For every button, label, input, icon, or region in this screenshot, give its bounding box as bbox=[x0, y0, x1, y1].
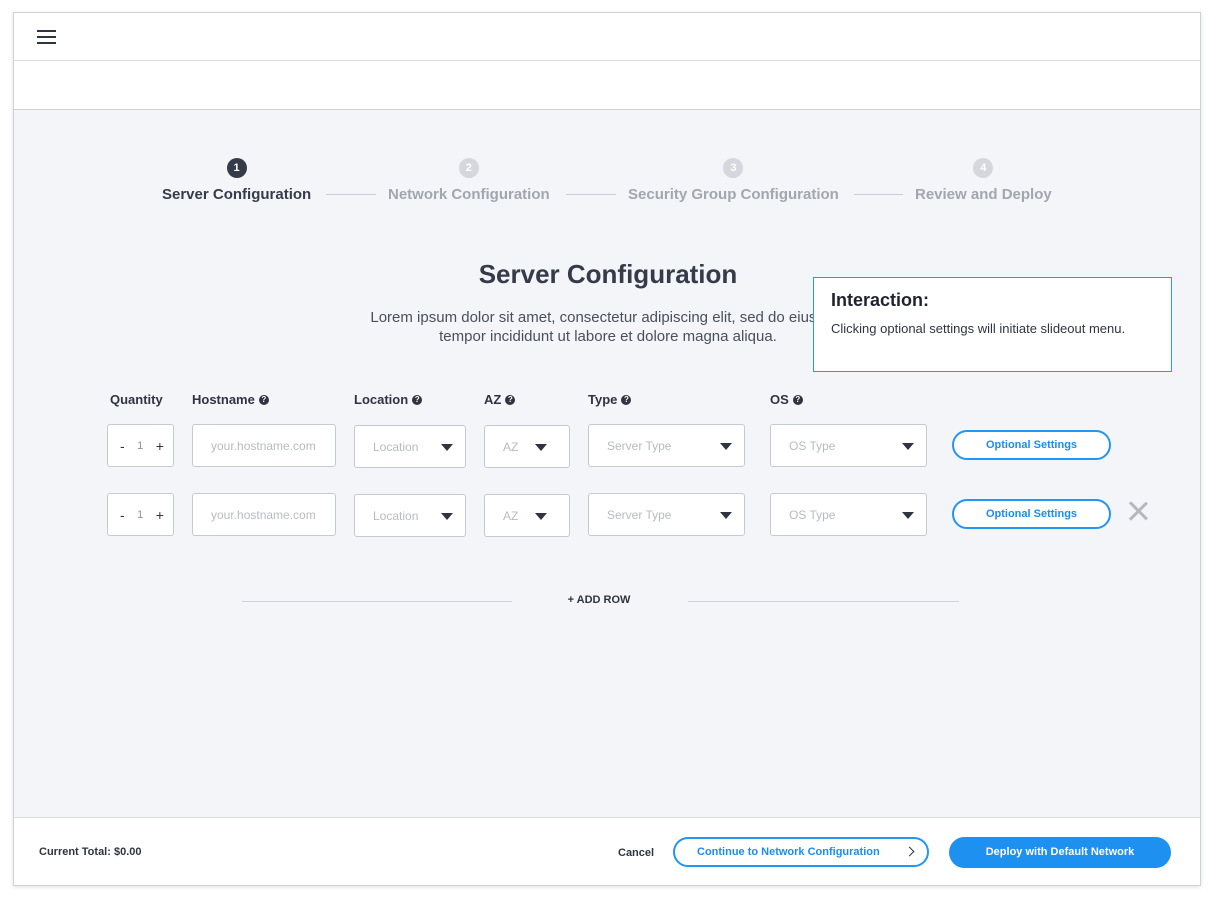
chevron-down-icon bbox=[535, 444, 547, 451]
column-label: Location bbox=[354, 392, 409, 407]
quantity-stepper: - 1 + bbox=[107, 493, 174, 536]
server-type-placeholder: Server Type bbox=[607, 508, 672, 522]
chevron-down-icon bbox=[441, 513, 453, 520]
footer-bar: Current Total: $0.00 Cancel Continue to … bbox=[14, 817, 1200, 885]
column-header-quantity: Quantity bbox=[110, 392, 163, 407]
chevron-down-icon bbox=[535, 513, 547, 520]
help-icon[interactable]: ? bbox=[621, 394, 632, 405]
help-icon[interactable]: ? bbox=[505, 394, 516, 405]
column-header-hostname: Hostname ? bbox=[192, 392, 269, 407]
chevron-down-icon bbox=[720, 443, 732, 450]
location-placeholder: Location bbox=[373, 440, 419, 454]
os-type-select[interactable]: OS Type bbox=[770, 424, 927, 467]
location-select[interactable]: Location bbox=[354, 425, 466, 468]
step-connector bbox=[326, 194, 376, 195]
column-label: Hostname bbox=[192, 392, 255, 407]
location-select[interactable]: Location bbox=[354, 494, 466, 537]
chevron-right-icon bbox=[904, 846, 915, 857]
quantity-stepper: - 1 + bbox=[107, 424, 174, 467]
step-connector bbox=[854, 194, 903, 195]
continue-button-label: Continue to Network Configuration bbox=[697, 846, 880, 858]
server-type-select[interactable]: Server Type bbox=[588, 493, 745, 536]
az-placeholder: AZ bbox=[503, 509, 519, 523]
app-window: 1 Server Configuration 2 Network Configu… bbox=[13, 12, 1201, 886]
hostname-input[interactable]: your.hostname.com bbox=[192, 493, 336, 536]
step-review-and-deploy[interactable]: 4 Review and Deploy bbox=[915, 158, 1052, 203]
os-type-placeholder: OS Type bbox=[789, 439, 836, 453]
az-placeholder: AZ bbox=[503, 440, 519, 454]
column-label: OS bbox=[770, 392, 789, 407]
hostname-placeholder: your.hostname.com bbox=[211, 508, 316, 522]
increment-button[interactable]: + bbox=[156, 507, 164, 523]
step-connector bbox=[566, 194, 616, 195]
os-type-select[interactable]: OS Type bbox=[770, 493, 927, 536]
top-bar bbox=[14, 13, 1200, 61]
step-label: Network Configuration bbox=[388, 186, 550, 203]
chevron-down-icon bbox=[720, 512, 732, 519]
decrement-button[interactable]: - bbox=[120, 438, 125, 454]
chevron-down-icon bbox=[902, 443, 914, 450]
cancel-button[interactable]: Cancel bbox=[618, 847, 654, 859]
deploy-default-network-button[interactable]: Deploy with Default Network bbox=[949, 837, 1171, 868]
column-header-type: Type ? bbox=[588, 392, 632, 407]
continue-to-network-button[interactable]: Continue to Network Configuration bbox=[673, 837, 929, 867]
step-network-configuration[interactable]: 2 Network Configuration bbox=[388, 158, 550, 203]
quantity-value[interactable]: 1 bbox=[137, 440, 143, 452]
increment-button[interactable]: + bbox=[156, 438, 164, 454]
az-select[interactable]: AZ bbox=[484, 425, 570, 468]
step-number: 3 bbox=[723, 158, 744, 178]
server-type-select[interactable]: Server Type bbox=[588, 424, 745, 467]
hamburger-menu-icon[interactable] bbox=[37, 30, 56, 44]
step-number: 4 bbox=[973, 158, 994, 178]
interaction-annotation: Interaction: Clicking optional settings … bbox=[813, 277, 1172, 372]
step-number: 2 bbox=[458, 158, 479, 178]
location-placeholder: Location bbox=[373, 509, 419, 523]
hostname-placeholder: your.hostname.com bbox=[211, 439, 316, 453]
sub-header-bar bbox=[14, 61, 1200, 110]
remove-row-close-icon[interactable] bbox=[1128, 501, 1148, 521]
column-label: Type bbox=[588, 392, 618, 407]
page-description: Lorem ipsum dolor sit amet, consectetur … bbox=[370, 309, 846, 345]
help-icon[interactable]: ? bbox=[258, 394, 269, 405]
chevron-down-icon bbox=[902, 512, 914, 519]
chevron-down-icon bbox=[441, 444, 453, 451]
current-total: Current Total: $0.00 bbox=[39, 846, 142, 858]
column-header-location: Location ? bbox=[354, 392, 423, 407]
divider-line bbox=[242, 601, 512, 602]
help-icon[interactable]: ? bbox=[792, 394, 803, 405]
optional-settings-button[interactable]: Optional Settings bbox=[952, 430, 1111, 460]
az-select[interactable]: AZ bbox=[484, 494, 570, 537]
column-label: AZ bbox=[484, 392, 502, 407]
annotation-title: Interaction: bbox=[831, 290, 930, 310]
step-security-group-configuration[interactable]: 3 Security Group Configuration bbox=[628, 158, 839, 203]
add-row-button[interactable]: + ADD ROW bbox=[554, 594, 644, 606]
column-header-az: AZ ? bbox=[484, 392, 516, 407]
step-server-configuration[interactable]: 1 Server Configuration bbox=[162, 158, 311, 203]
column-header-os: OS ? bbox=[770, 392, 803, 407]
column-label: Quantity bbox=[110, 392, 163, 407]
step-label: Review and Deploy bbox=[915, 186, 1052, 203]
help-icon[interactable]: ? bbox=[412, 394, 423, 405]
decrement-button[interactable]: - bbox=[120, 507, 125, 523]
optional-settings-button[interactable]: Optional Settings bbox=[952, 499, 1111, 529]
annotation-body: Clicking optional settings will initiate… bbox=[831, 321, 1126, 336]
step-label: Server Configuration bbox=[162, 186, 312, 203]
quantity-value[interactable]: 1 bbox=[137, 509, 143, 521]
hostname-input[interactable]: your.hostname.com bbox=[192, 424, 336, 467]
step-label: Security Group Configuration bbox=[628, 186, 839, 203]
step-number: 1 bbox=[226, 158, 247, 178]
os-type-placeholder: OS Type bbox=[789, 508, 836, 522]
server-type-placeholder: Server Type bbox=[607, 439, 672, 453]
divider-line bbox=[688, 601, 959, 602]
